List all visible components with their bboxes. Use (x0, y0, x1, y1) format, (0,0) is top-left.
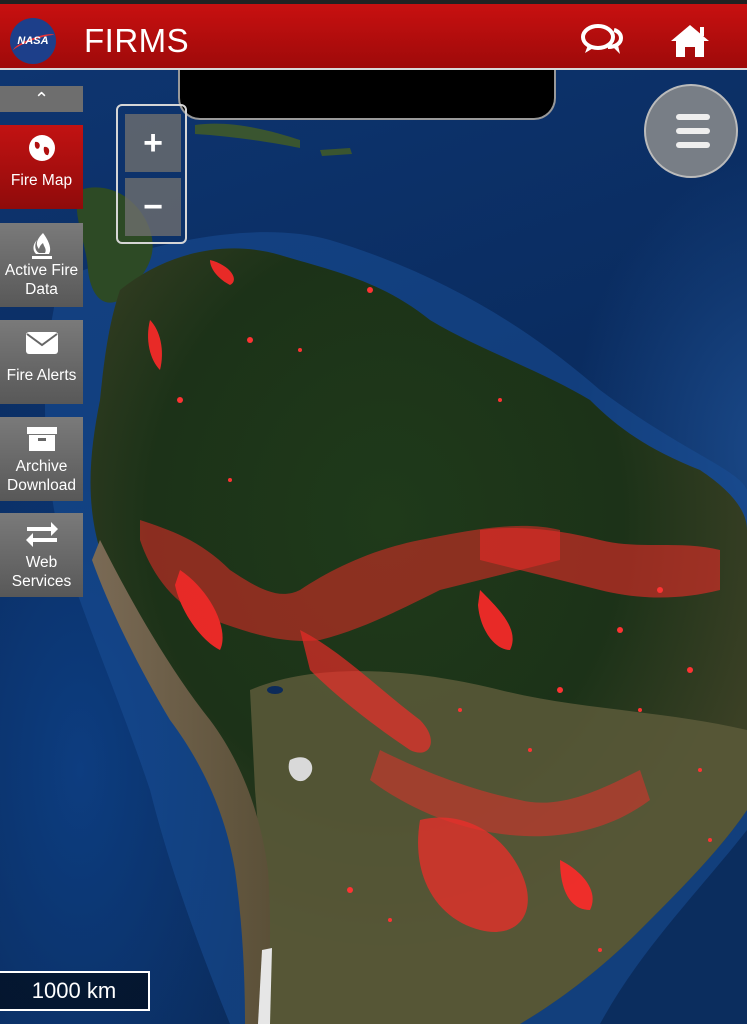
logo-text: NASA (17, 35, 49, 47)
home-icon[interactable] (668, 22, 712, 60)
envelope-icon (0, 320, 83, 366)
flame-icon (0, 223, 83, 261)
scale-bar: 1000 km (0, 971, 150, 1011)
nav-fire-alerts[interactable]: Fire Alerts (0, 320, 83, 404)
nav-fire-map[interactable]: Fire Map (0, 125, 83, 209)
nav-label: Archive Download (7, 458, 76, 494)
nav-label: Fire Alerts (6, 367, 77, 384)
chat-bubbles-icon[interactable] (580, 22, 624, 60)
nav-label: Active Fire Data (4, 262, 79, 298)
collapse-sidebar-button[interactable]: ⌃ (0, 86, 83, 112)
map-canvas (45, 123, 747, 1024)
app-header: NASA FIRMS (0, 0, 747, 70)
nav-label: Web Services (11, 554, 72, 590)
nav-web-services[interactable]: Web Services (0, 513, 83, 597)
globe-icon (0, 125, 83, 171)
nav-label: Fire Map (10, 172, 73, 189)
swap-arrows-icon (0, 513, 83, 553)
hamburger-menu-icon[interactable] (644, 84, 738, 178)
search-bar[interactable] (178, 70, 556, 120)
nasa-logo[interactable]: NASA (10, 18, 56, 64)
zoom-in-button[interactable]: + (125, 114, 181, 172)
zoom-controls: + − (116, 104, 187, 244)
archive-box-icon (0, 417, 83, 457)
double-chevron-up-icon: ⌃ (33, 89, 50, 109)
app-title: FIRMS (84, 22, 190, 59)
fire-map[interactable] (0, 70, 747, 1024)
nav-active-fire-data[interactable]: Active Fire Data (0, 223, 83, 307)
zoom-out-button[interactable]: − (125, 178, 181, 236)
nav-archive-download[interactable]: Archive Download (0, 417, 83, 501)
